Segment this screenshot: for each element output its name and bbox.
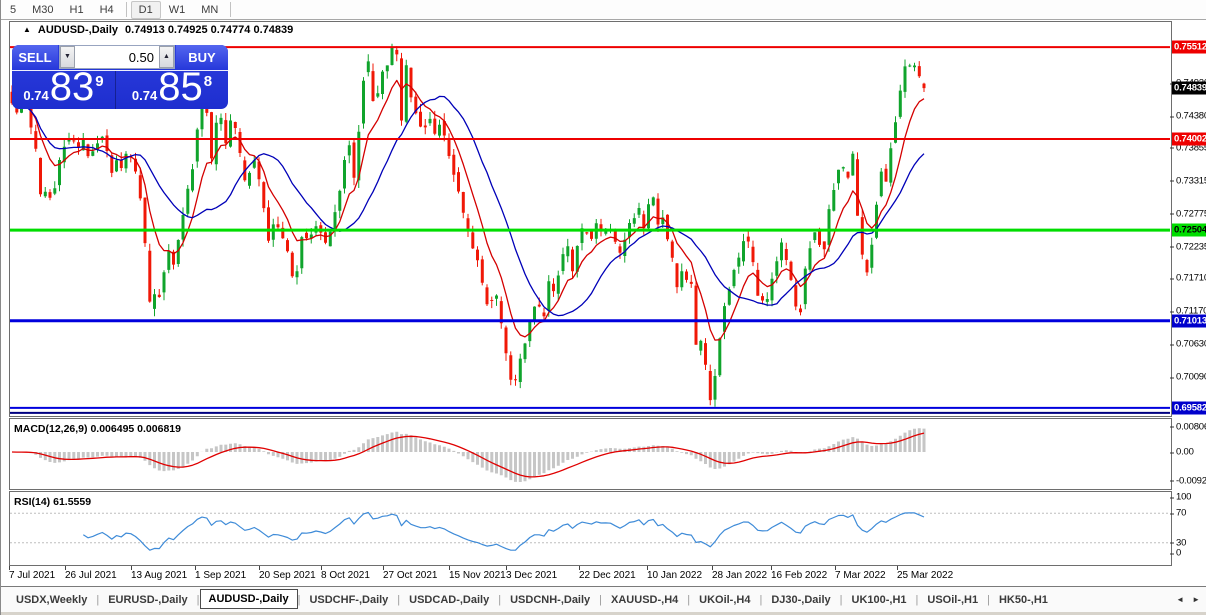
tab-usdchf-daily[interactable]: USDCHF-,Daily	[300, 590, 397, 610]
tab-uk100-h1[interactable]: UK100-,H1	[843, 590, 916, 610]
chart-title: ▲ AUDUSD-,Daily 0.74913 0.74925 0.74774 …	[23, 24, 293, 36]
tab-usdx-weekly[interactable]: USDX,Weekly	[7, 590, 96, 610]
price-axis-tick: 0.72235	[1176, 241, 1206, 252]
timeframe-toolbar: 5M30H1H4 D1W1MN	[1, 0, 1206, 20]
timeframe-w1[interactable]: W1	[161, 1, 194, 19]
rsi-axis-tick: 70	[1176, 508, 1186, 519]
toolbar-separator	[230, 2, 231, 17]
tab-xauusd-h4[interactable]: XAUUSD-,H4	[602, 590, 687, 610]
date-axis-label: 16 Feb 2022	[771, 570, 827, 581]
price-level-badge: 0.72504	[1172, 224, 1206, 237]
tab-scroll-controls: ◄►	[1176, 595, 1206, 604]
date-axis-label: 1 Sep 2021	[195, 570, 246, 581]
date-axis-label: 10 Jan 2022	[647, 570, 702, 581]
trade-panel-prices: 0.74 83 9 0.74 85 8	[12, 71, 228, 109]
price-axis-tick: 0.72775	[1176, 208, 1206, 219]
timeframe-m30[interactable]: M30	[24, 1, 61, 19]
one-click-trading-panel: SELL ▼ ▲ BUY 0.74 83 9 0.74 85 8	[12, 45, 228, 109]
collapse-chart-icon[interactable]: ▲	[23, 25, 31, 35]
price-axis-tick: 0.70090	[1176, 372, 1206, 383]
date-axis-label: 3 Dec 2021	[506, 570, 557, 581]
timeframe-mn[interactable]: MN	[193, 1, 226, 19]
price-level-badge: 0.74002	[1172, 132, 1206, 145]
rsi-axis-tick: 0	[1176, 548, 1181, 559]
date-axis-label: 25 Mar 2022	[897, 570, 953, 581]
date-axis-label: 28 Jan 2022	[712, 570, 767, 581]
tab-usdcad-daily[interactable]: USDCAD-,Daily	[400, 590, 498, 610]
macd-axis-tick: 0.00	[1176, 447, 1194, 458]
tab-eurusd-daily[interactable]: EURUSD-,Daily	[99, 590, 196, 610]
date-axis-label: 15 Nov 2021	[449, 570, 506, 581]
macd-pane	[9, 418, 1172, 490]
tab-audusd-daily[interactable]: AUDUSD-,Daily	[200, 589, 298, 609]
rsi-indicator-label: RSI(14) 61.5559	[14, 496, 91, 508]
price-level-badge: 0.71013	[1172, 314, 1206, 327]
date-axis-label: 13 Aug 2021	[131, 570, 187, 581]
timeframe-h1[interactable]: H1	[62, 1, 92, 19]
macd-axis-tick: -0.00928	[1176, 475, 1206, 486]
timeframe-d1[interactable]: D1	[131, 1, 161, 19]
macd-indicator-label: MACD(12,26,9) 0.006495 0.006819	[14, 423, 181, 435]
date-axis-label: 8 Oct 2021	[321, 570, 370, 581]
price-axis-tick: 0.70630	[1176, 339, 1206, 350]
date-axis-label: 7 Jul 2021	[9, 570, 55, 581]
price-level-badge: 0.75512	[1172, 41, 1206, 54]
date-axis-label: 22 Dec 2021	[579, 570, 636, 581]
tab-scroll-left-icon[interactable]: ◄	[1176, 595, 1184, 604]
date-axis-label: 26 Jul 2021	[65, 570, 117, 581]
tab-ukoil-h4[interactable]: UKOil-,H4	[690, 590, 759, 610]
timeframe-h4[interactable]: H4	[92, 1, 122, 19]
sell-price[interactable]: 0.74 83 9	[12, 71, 115, 109]
tab-usdcnh-daily[interactable]: USDCNH-,Daily	[501, 590, 599, 610]
date-axis-label: 7 Mar 2022	[835, 570, 886, 581]
toolbar-separator	[126, 2, 127, 17]
price-axis-tick: 0.74380	[1176, 111, 1206, 122]
chart-symbol-label: AUDUSD-,Daily	[38, 24, 118, 36]
chart-ohlc-values: 0.74913 0.74925 0.74774 0.74839	[125, 24, 293, 36]
tab-scroll-right-icon[interactable]: ►	[1192, 595, 1200, 604]
tab-usoil-h1[interactable]: USOil-,H1	[918, 590, 987, 610]
timeframe-5[interactable]: 5	[2, 1, 24, 19]
macd-axis-tick: 0.008061	[1176, 421, 1206, 432]
tab-dj30-daily[interactable]: DJ30-,Daily	[762, 590, 839, 610]
mt4-window: 5M30H1H4 D1W1MN ▲ AUDUSD-,Daily 0.74913 0…	[0, 0, 1206, 615]
chart-tab-bar: USDX,Weekly|EURUSD-,Daily|AUDUSD-,Daily|…	[1, 586, 1206, 612]
rsi-pane	[9, 491, 1172, 566]
price-axis-tick: 0.73315	[1176, 175, 1206, 186]
buy-price[interactable]: 0.74 85 8	[115, 71, 228, 109]
rsi-axis-tick: 100	[1176, 492, 1191, 503]
price-level-badge: 0.69582	[1172, 401, 1206, 414]
price-axis-tick: 0.71710	[1176, 273, 1206, 284]
date-axis-label: 27 Oct 2021	[383, 570, 437, 581]
tab-hk50-h1[interactable]: HK50-,H1	[990, 590, 1057, 610]
price-level-badge: 0.74839	[1172, 82, 1206, 95]
date-axis-label: 20 Sep 2021	[259, 570, 316, 581]
